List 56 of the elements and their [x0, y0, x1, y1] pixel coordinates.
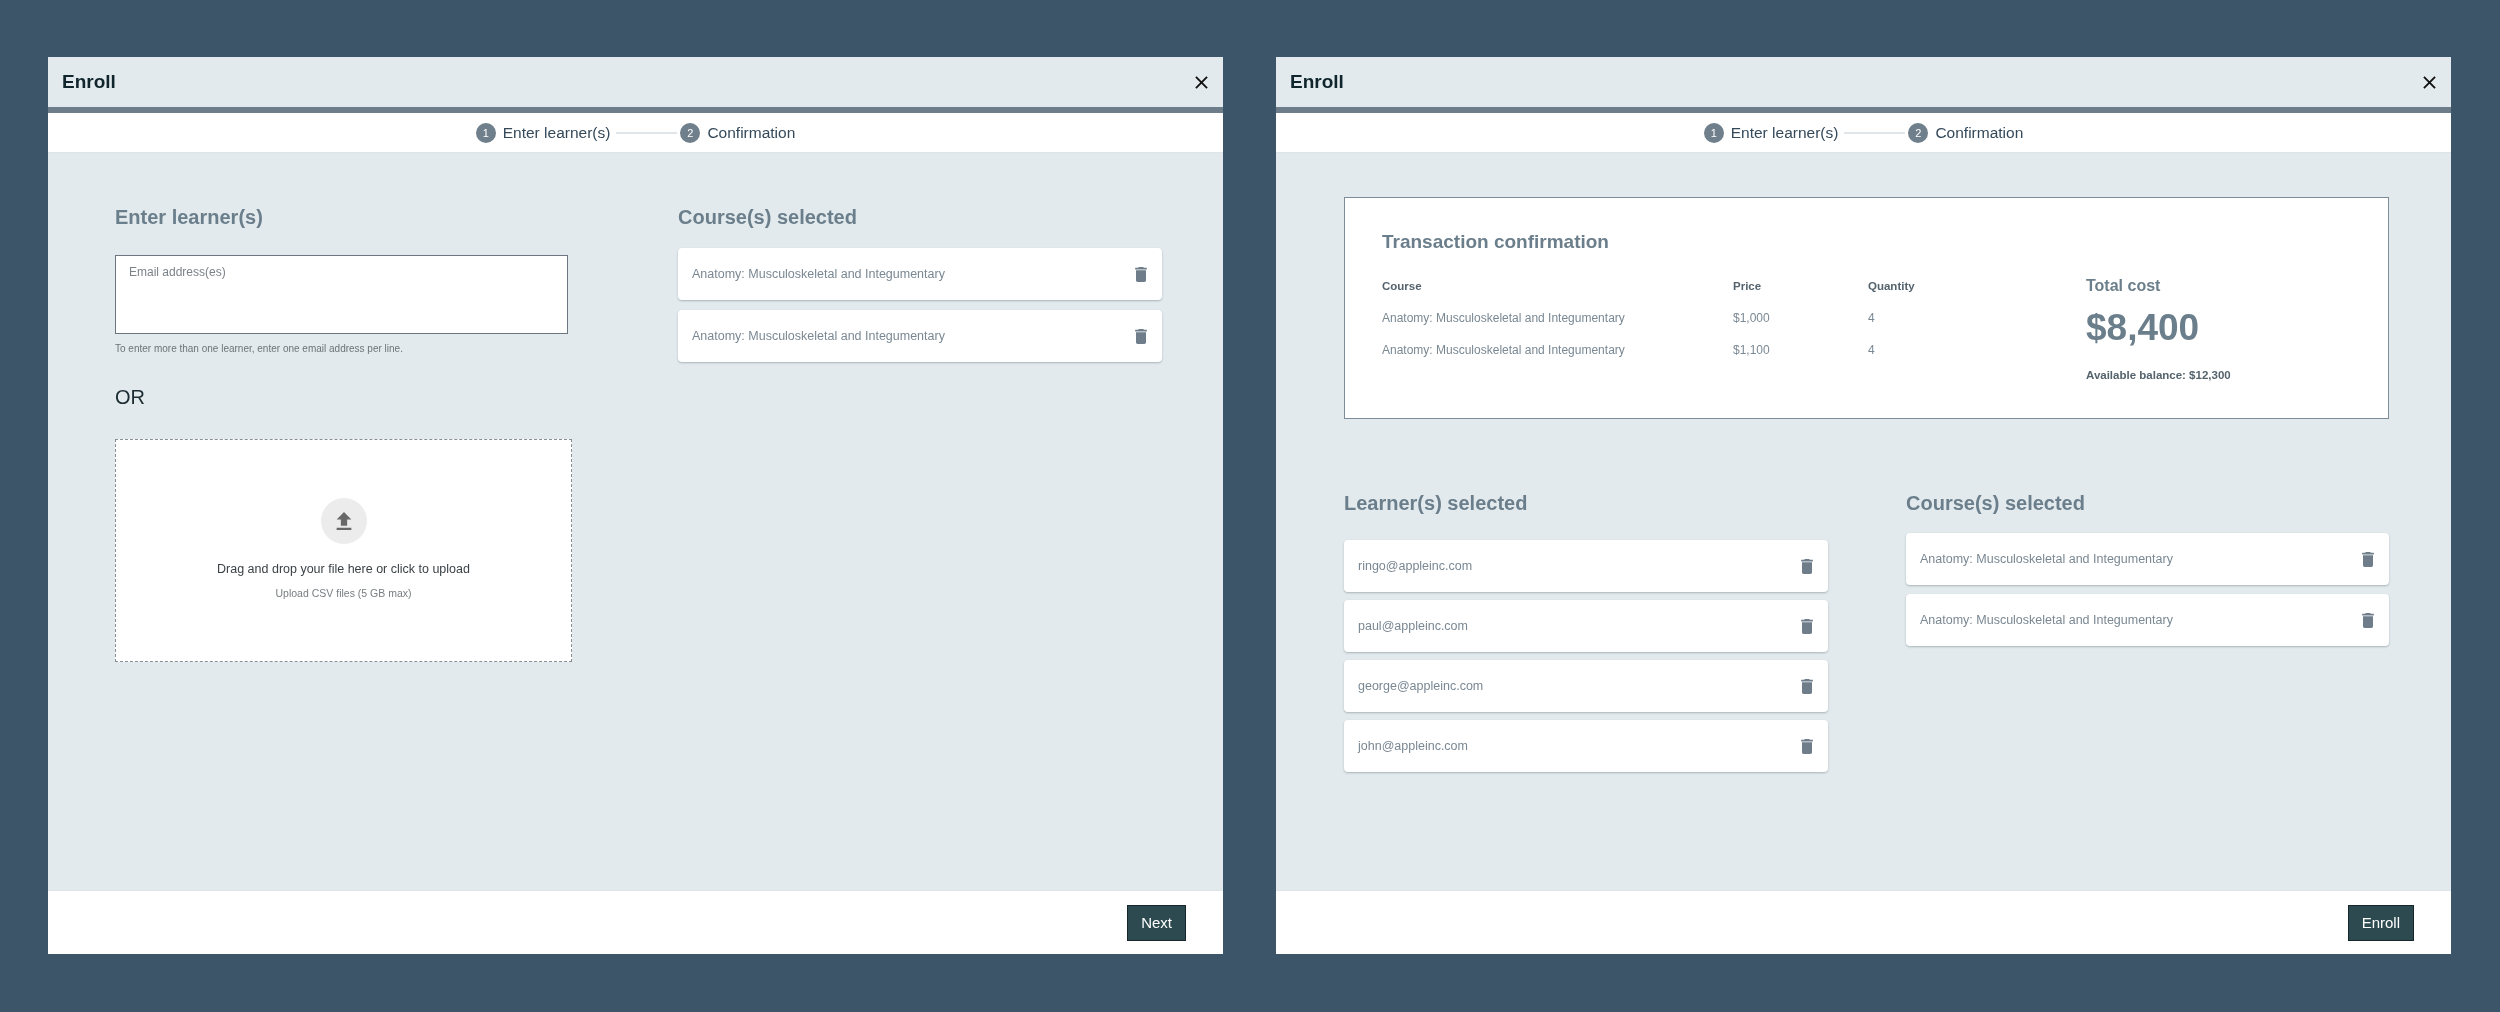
trash-icon[interactable] [2362, 551, 2374, 567]
table-cell-text: 4 [1868, 342, 1876, 358]
step-connector [1844, 131, 1906, 134]
step-number: 2 [680, 122, 701, 143]
step-number: 2 [1908, 122, 1929, 143]
next-button[interactable]: Next [1127, 904, 1186, 941]
column-header: Course [1382, 279, 1423, 294]
upload-icon [320, 498, 367, 544]
section-heading: Course(s) selected [1906, 491, 2085, 515]
trash-icon[interactable] [1135, 328, 1147, 344]
step-label: Enter learner(s) [502, 123, 611, 142]
upload-title: Drag and drop your file here or click to upload [217, 561, 470, 577]
balance-text: Available balance: $12,300 [2086, 368, 2231, 383]
section-heading: Enter learner(s) [115, 205, 263, 229]
upload-dropzone[interactable]: Drag and drop your file here or click to upload Upload CSV files (5 GB max) [115, 439, 572, 662]
table-cell-text: Anatomy: Musculoskeletal and Integumentary [1382, 310, 1626, 326]
upload-note: Upload CSV files (5 GB max) [275, 586, 412, 600]
section-heading: Course(s) selected [678, 205, 857, 229]
column-header: Quantity [1868, 279, 1916, 294]
or-label: OR [115, 385, 145, 409]
enroll-button[interactable]: Enroll [2347, 904, 2414, 941]
column-header: Price [1733, 279, 1763, 294]
learner-email: john@appleinc.com [1358, 739, 1468, 753]
trash-icon[interactable] [1135, 266, 1147, 282]
trash-icon[interactable] [1801, 558, 1813, 574]
section-heading: Learner(s) selected [1344, 491, 1528, 515]
step-label: Enter learner(s) [1730, 123, 1839, 142]
table-cell-text: $1,000 [1733, 310, 1771, 326]
hint-text: To enter more than one learner, enter one email address per line. [115, 342, 403, 356]
course-name: Anatomy: Musculoskeletal and Integumentary [1920, 552, 2173, 566]
learner-email: george@appleinc.com [1358, 679, 1484, 693]
total-amount: $8,400 [2086, 306, 2200, 350]
step-label: Confirmation [1935, 123, 2024, 142]
course-name: Anatomy: Musculoskeletal and Integumentary [692, 267, 945, 281]
trash-icon[interactable] [2362, 612, 2374, 628]
trash-icon[interactable] [1801, 738, 1813, 754]
table-cell-text: 4 [1868, 310, 1876, 326]
course-name: Anatomy: Musculoskeletal and Integumentary [692, 329, 945, 343]
course-name: Anatomy: Musculoskeletal and Integumentary [1920, 613, 2173, 627]
table-cell-text: $1,100 [1733, 342, 1771, 358]
close-icon[interactable] [2423, 75, 2436, 89]
close-icon[interactable] [1195, 75, 1208, 89]
learner-email: ringo@appleinc.com [1358, 559, 1473, 573]
step-label: Confirmation [707, 123, 796, 142]
dialog-title: Enroll [1290, 71, 1344, 93]
learner-email: paul@appleinc.com [1358, 619, 1468, 633]
total-label: Total cost [2086, 276, 2161, 296]
dialog-title: Enroll [62, 71, 116, 93]
step-number: 1 [475, 122, 496, 143]
trash-icon[interactable] [1801, 678, 1813, 694]
trash-icon[interactable] [1801, 618, 1813, 634]
step-number: 1 [1703, 122, 1724, 143]
card-title: Transaction confirmation [1382, 230, 1610, 254]
email-field[interactable]: Email address(es) [115, 255, 568, 334]
step-connector [616, 131, 678, 134]
table-cell-text: Anatomy: Musculoskeletal and Integumentary [1382, 342, 1626, 358]
